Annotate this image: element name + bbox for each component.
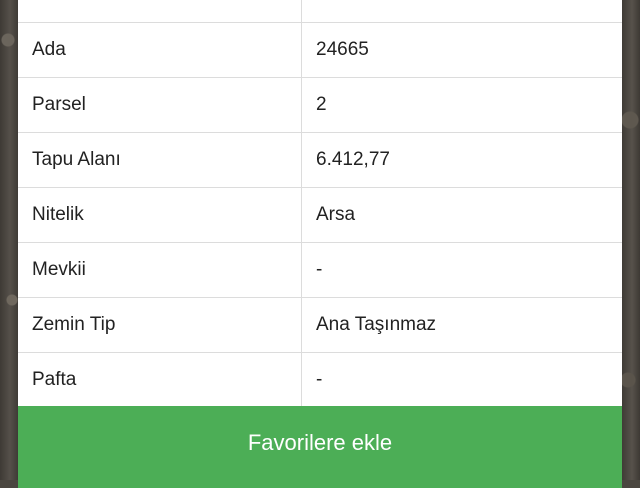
table-row: Nitelik Arsa [18,188,622,243]
table-row: Tapu Alanı 6.412,77 [18,133,622,188]
table-row: Mevkii - [18,243,622,298]
row-value-mahalle-no: 124130 [302,0,622,22]
row-value-pafta: - [316,369,323,390]
add-to-favorites-button[interactable]: Favorilere ekle [18,406,622,488]
table-row: Zemin Tip Ana Taşınmaz [18,298,622,353]
row-value-parsel: 2 [316,94,327,115]
row-value-mevkii: - [316,259,323,280]
row-value-zemin-tip: Ana Taşınmaz [316,314,437,335]
row-label-zemin-tip: Zemin Tip [18,298,302,352]
row-label-parsel: Parsel [18,78,302,132]
row-label-nitelik: Nitelik [18,188,302,242]
table-row: Mahalle No 124130 [18,0,622,23]
row-label-mahalle-no: Mahalle No [18,0,302,22]
row-value-tapu-alani: 6.412,77 [316,149,390,170]
row-value-nitelik: Arsa [316,204,356,225]
parcel-details-table: Mahalle No 124130 Ada 24665 Parsel 2 Tap… [18,0,622,408]
row-value-ada: 24665 [316,39,369,60]
row-label-pafta: Pafta [18,353,302,407]
table-row: Ada 24665 [18,23,622,78]
row-label-mevkii: Mevkii [18,243,302,297]
table-row: Parsel 2 [18,78,622,133]
row-label-tapu-alani: Tapu Alanı [18,133,302,187]
table-row: Pafta - [18,353,622,408]
row-label-ada: Ada [18,23,302,77]
